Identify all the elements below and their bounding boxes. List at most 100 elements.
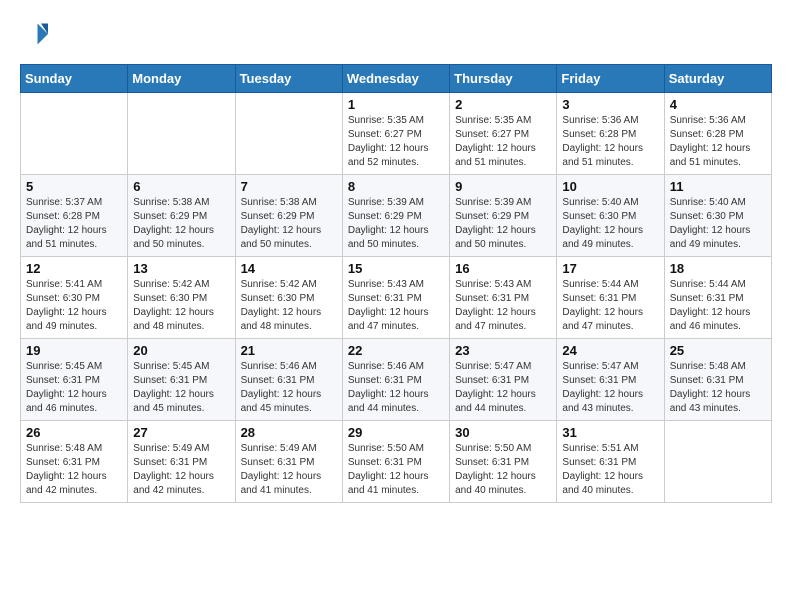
day-info: Sunrise: 5:45 AM Sunset: 6:31 PM Dayligh… [26,360,122,416]
calendar-cell: 19 Sunrise: 5:45 AM Sunset: 6:31 PM Dayli… [21,339,128,421]
day-info: Sunrise: 5:43 AM Sunset: 6:31 PM Dayligh… [455,278,551,334]
day-info: Sunrise: 5:47 AM Sunset: 6:31 PM Dayligh… [455,360,551,416]
day-number: 22 [348,343,444,358]
calendar-cell [664,421,771,503]
day-info: Sunrise: 5:42 AM Sunset: 6:30 PM Dayligh… [241,278,337,334]
calendar-cell: 8 Sunrise: 5:39 AM Sunset: 6:29 PM Daylig… [342,175,449,257]
day-number: 1 [348,97,444,112]
calendar-cell: 7 Sunrise: 5:38 AM Sunset: 6:29 PM Daylig… [235,175,342,257]
day-info: Sunrise: 5:44 AM Sunset: 6:31 PM Dayligh… [670,278,766,334]
day-info: Sunrise: 5:39 AM Sunset: 6:29 PM Dayligh… [348,196,444,252]
calendar-cell: 23 Sunrise: 5:47 AM Sunset: 6:31 PM Dayli… [450,339,557,421]
calendar-cell: 2 Sunrise: 5:35 AM Sunset: 6:27 PM Daylig… [450,93,557,175]
day-number: 6 [133,179,229,194]
day-info: Sunrise: 5:42 AM Sunset: 6:30 PM Dayligh… [133,278,229,334]
calendar-cell: 9 Sunrise: 5:39 AM Sunset: 6:29 PM Daylig… [450,175,557,257]
day-info: Sunrise: 5:49 AM Sunset: 6:31 PM Dayligh… [241,442,337,498]
calendar-cell [21,93,128,175]
day-info: Sunrise: 5:39 AM Sunset: 6:29 PM Dayligh… [455,196,551,252]
day-info: Sunrise: 5:40 AM Sunset: 6:30 PM Dayligh… [562,196,658,252]
weekday-header-wednesday: Wednesday [342,65,449,93]
day-info: Sunrise: 5:44 AM Sunset: 6:31 PM Dayligh… [562,278,658,334]
day-number: 29 [348,425,444,440]
day-info: Sunrise: 5:36 AM Sunset: 6:28 PM Dayligh… [670,114,766,170]
calendar-cell [128,93,235,175]
calendar-cell: 3 Sunrise: 5:36 AM Sunset: 6:28 PM Daylig… [557,93,664,175]
calendar-cell: 5Sunrise: 5:37 AM Sunset: 6:28 PM Daylig… [21,175,128,257]
day-info: Sunrise: 5:43 AM Sunset: 6:31 PM Dayligh… [348,278,444,334]
day-number: 17 [562,261,658,276]
calendar-week-row: 26Sunrise: 5:48 AM Sunset: 6:31 PM Dayli… [21,421,772,503]
calendar-cell [235,93,342,175]
day-number: 28 [241,425,337,440]
weekday-header-row: SundayMondayTuesdayWednesdayThursdayFrid… [21,65,772,93]
day-info: Sunrise: 5:47 AM Sunset: 6:31 PM Dayligh… [562,360,658,416]
calendar-cell: 26Sunrise: 5:48 AM Sunset: 6:31 PM Dayli… [21,421,128,503]
day-info: Sunrise: 5:50 AM Sunset: 6:31 PM Dayligh… [455,442,551,498]
calendar-cell: 10 Sunrise: 5:40 AM Sunset: 6:30 PM Dayli… [557,175,664,257]
day-info: Sunrise: 5:50 AM Sunset: 6:31 PM Dayligh… [348,442,444,498]
day-number: 7 [241,179,337,194]
calendar-cell: 28 Sunrise: 5:49 AM Sunset: 6:31 PM Dayli… [235,421,342,503]
logo-icon [20,20,48,48]
calendar-week-row: 19 Sunrise: 5:45 AM Sunset: 6:31 PM Dayli… [21,339,772,421]
day-number: 27 [133,425,229,440]
day-info: Sunrise: 5:35 AM Sunset: 6:27 PM Dayligh… [455,114,551,170]
page-header [20,20,772,48]
calendar-cell: 30 Sunrise: 5:50 AM Sunset: 6:31 PM Dayli… [450,421,557,503]
day-number: 25 [670,343,766,358]
logo [20,20,52,48]
weekday-header-monday: Monday [128,65,235,93]
day-number: 24 [562,343,658,358]
day-number: 19 [26,343,122,358]
day-number: 9 [455,179,551,194]
day-info: Sunrise: 5:46 AM Sunset: 6:31 PM Dayligh… [241,360,337,416]
weekday-header-sunday: Sunday [21,65,128,93]
calendar-cell: 16 Sunrise: 5:43 AM Sunset: 6:31 PM Dayli… [450,257,557,339]
day-info: Sunrise: 5:40 AM Sunset: 6:30 PM Dayligh… [670,196,766,252]
day-info: Sunrise: 5:38 AM Sunset: 6:29 PM Dayligh… [133,196,229,252]
day-number: 11 [670,179,766,194]
calendar-cell: 13Sunrise: 5:42 AM Sunset: 6:30 PM Dayli… [128,257,235,339]
calendar-cell: 6 Sunrise: 5:38 AM Sunset: 6:29 PM Daylig… [128,175,235,257]
calendar-cell: 27 Sunrise: 5:49 AM Sunset: 6:31 PM Dayli… [128,421,235,503]
day-number: 2 [455,97,551,112]
calendar-table: SundayMondayTuesdayWednesdayThursdayFrid… [20,64,772,503]
day-number: 14 [241,261,337,276]
day-info: Sunrise: 5:49 AM Sunset: 6:31 PM Dayligh… [133,442,229,498]
calendar-cell: 22 Sunrise: 5:46 AM Sunset: 6:31 PM Dayli… [342,339,449,421]
day-number: 16 [455,261,551,276]
weekday-header-saturday: Saturday [664,65,771,93]
calendar-cell: 14 Sunrise: 5:42 AM Sunset: 6:30 PM Dayli… [235,257,342,339]
day-number: 10 [562,179,658,194]
day-number: 18 [670,261,766,276]
calendar-cell: 25 Sunrise: 5:48 AM Sunset: 6:31 PM Dayli… [664,339,771,421]
day-info: Sunrise: 5:48 AM Sunset: 6:31 PM Dayligh… [670,360,766,416]
calendar-week-row: 5Sunrise: 5:37 AM Sunset: 6:28 PM Daylig… [21,175,772,257]
weekday-header-tuesday: Tuesday [235,65,342,93]
day-info: Sunrise: 5:35 AM Sunset: 6:27 PM Dayligh… [348,114,444,170]
day-info: Sunrise: 5:46 AM Sunset: 6:31 PM Dayligh… [348,360,444,416]
calendar-cell: 18 Sunrise: 5:44 AM Sunset: 6:31 PM Dayli… [664,257,771,339]
day-info: Sunrise: 5:45 AM Sunset: 6:31 PM Dayligh… [133,360,229,416]
day-number: 23 [455,343,551,358]
weekday-header-friday: Friday [557,65,664,93]
calendar-week-row: 1 Sunrise: 5:35 AM Sunset: 6:27 PM Daylig… [21,93,772,175]
day-number: 31 [562,425,658,440]
calendar-cell: 12Sunrise: 5:41 AM Sunset: 6:30 PM Dayli… [21,257,128,339]
day-number: 3 [562,97,658,112]
calendar-cell: 31Sunrise: 5:51 AM Sunset: 6:31 PM Dayli… [557,421,664,503]
calendar-cell: 20Sunrise: 5:45 AM Sunset: 6:31 PM Dayli… [128,339,235,421]
day-number: 21 [241,343,337,358]
calendar-cell: 24 Sunrise: 5:47 AM Sunset: 6:31 PM Dayli… [557,339,664,421]
day-info: Sunrise: 5:38 AM Sunset: 6:29 PM Dayligh… [241,196,337,252]
day-info: Sunrise: 5:36 AM Sunset: 6:28 PM Dayligh… [562,114,658,170]
day-info: Sunrise: 5:41 AM Sunset: 6:30 PM Dayligh… [26,278,122,334]
day-number: 15 [348,261,444,276]
calendar-cell: 15 Sunrise: 5:43 AM Sunset: 6:31 PM Dayli… [342,257,449,339]
day-number: 30 [455,425,551,440]
weekday-header-thursday: Thursday [450,65,557,93]
day-number: 8 [348,179,444,194]
day-number: 4 [670,97,766,112]
day-info: Sunrise: 5:37 AM Sunset: 6:28 PM Dayligh… [26,196,122,252]
